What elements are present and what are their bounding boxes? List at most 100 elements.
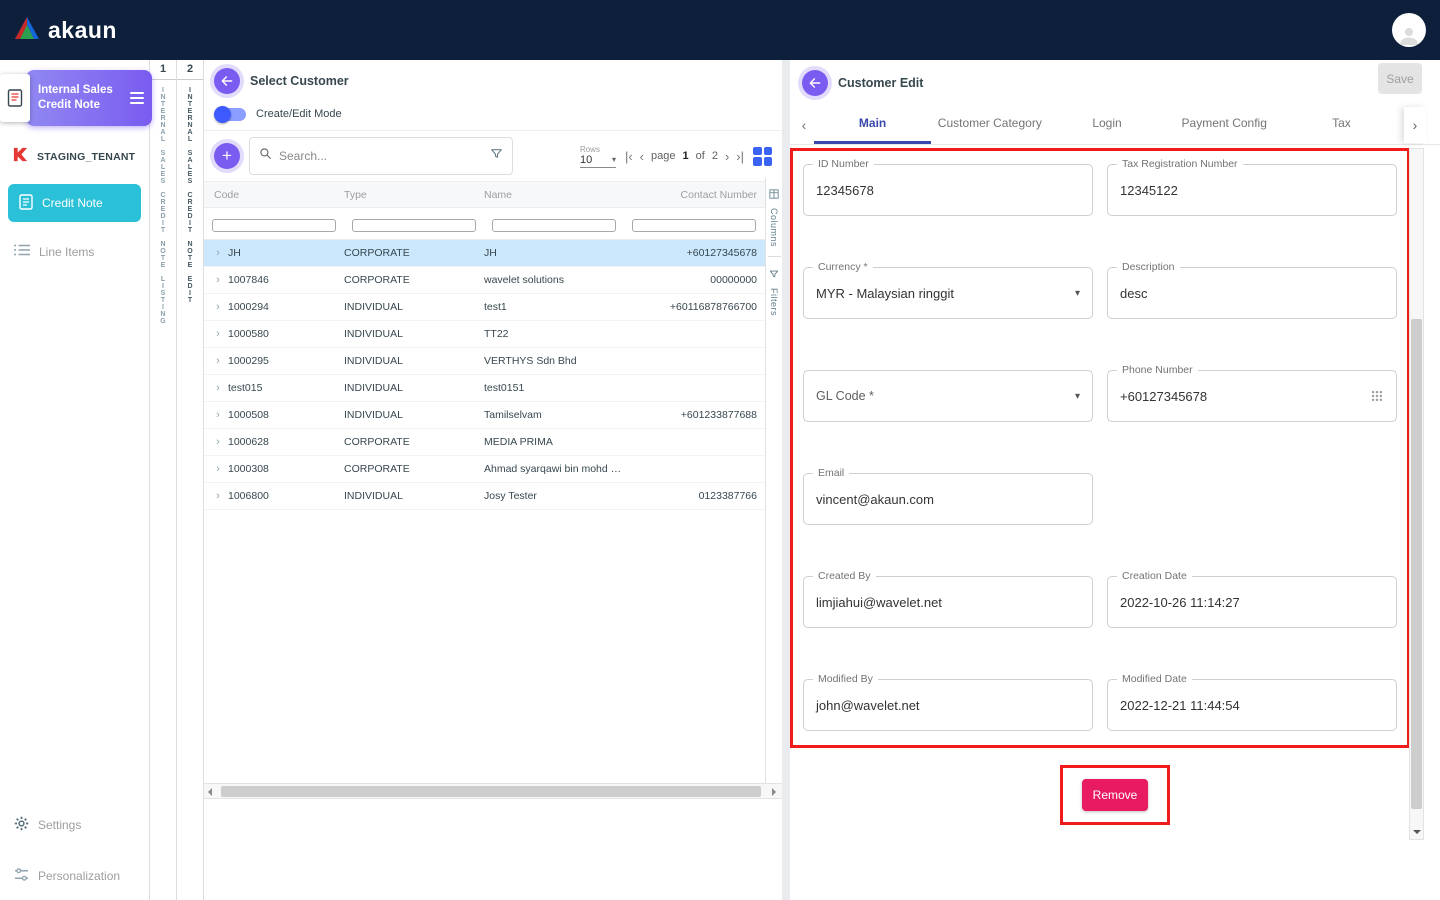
menu-icon[interactable] — [130, 92, 144, 104]
id-number-field[interactable]: ID Number 12345678 — [803, 164, 1093, 216]
first-page-button[interactable]: |‹ — [625, 150, 633, 163]
row-code: 1000295 — [228, 355, 269, 367]
email-field[interactable]: Email vincent@akaun.com — [803, 473, 1093, 525]
row-name: Josy Tester — [484, 490, 624, 502]
create-edit-toggle[interactable] — [216, 108, 246, 121]
applet-tab-edit[interactable]: 2 INTERNAL SALES CREDIT NOTE EDIT — [177, 60, 204, 900]
remove-button[interactable]: Remove — [1082, 779, 1148, 811]
created-by-field[interactable]: Created By limjiahui@wavelet.net — [803, 576, 1093, 628]
sidebar-item-label: Personalization — [38, 869, 120, 883]
phone-number-field[interactable]: Phone Number +60127345678 — [1107, 370, 1397, 422]
table-row[interactable]: › 1006800 INDIVIDUAL Josy Tester 0123387… — [204, 483, 765, 510]
divider — [768, 256, 781, 257]
table-row[interactable]: › 1000628 CORPORATE MEDIA PRIMA — [204, 429, 765, 456]
brand-name: akaun — [48, 17, 117, 44]
edit-tab[interactable]: Login — [1048, 105, 1165, 144]
app-title: Internal Sales Credit Note — [38, 83, 130, 113]
filter-input-contact[interactable] — [632, 219, 756, 232]
dialpad-icon — [1370, 389, 1384, 403]
creation-date-field[interactable]: Creation Date 2022-10-26 11:14:27 — [1107, 576, 1397, 628]
prev-page-button[interactable]: ‹ — [640, 150, 644, 163]
table-row[interactable]: › 1000580 INDIVIDUAL TT22 — [204, 321, 765, 348]
table-row[interactable]: › JH CORPORATE JH +60127345678 — [204, 240, 765, 267]
app-title-banner[interactable]: Internal Sales Credit Note — [26, 70, 152, 126]
gl-code-select[interactable]: GL Code * ▾ — [803, 370, 1093, 422]
applet-tab-listing[interactable]: 1 INTERNAL SALES CREDIT NOTE LISTING — [150, 60, 177, 900]
back-button[interactable] — [802, 70, 828, 96]
rows-per-page-select[interactable]: Rows 10 ▾ — [580, 145, 616, 168]
edit-tab[interactable]: Customer Category — [931, 105, 1048, 144]
currency-select[interactable]: Currency * MYR - Malaysian ringgit ▾ — [803, 267, 1093, 319]
table-row[interactable]: › 1000295 INDIVIDUAL VERTHYS Sdn Bhd — [204, 348, 765, 375]
column-header-type: Type — [344, 189, 484, 201]
applet-tab-label: INTERNAL SALES CREDIT NOTE LISTING — [160, 87, 167, 325]
columns-tab[interactable]: Columns — [769, 186, 779, 247]
table-row[interactable]: › 1000294 INDIVIDUAL test1 +601168787667… — [204, 294, 765, 321]
edit-tab[interactable]: Tax — [1283, 105, 1400, 144]
avatar[interactable] — [1392, 13, 1426, 47]
edit-panel-header: Customer Edit — [790, 60, 1440, 105]
scroll-right-icon[interactable] — [772, 788, 776, 796]
row-contact: +601233877688 — [624, 409, 765, 421]
tabs-scroll-left-icon[interactable]: ‹ — [794, 105, 814, 144]
row-name: TT22 — [484, 328, 624, 340]
edit-tab[interactable]: Payment Config — [1166, 105, 1283, 144]
chevron-right-icon[interactable]: › — [210, 274, 226, 286]
tax-registration-field[interactable]: Tax Registration Number 12345122 — [1107, 164, 1397, 216]
description-field[interactable]: Description desc — [1107, 267, 1397, 319]
chevron-right-icon[interactable]: › — [210, 463, 226, 475]
horizontal-scrollbar — [204, 783, 782, 799]
search-input[interactable] — [279, 149, 483, 163]
filters-tab[interactable]: Filters — [769, 266, 779, 316]
panel-title: Select Customer — [250, 74, 349, 88]
filter-input-type[interactable] — [352, 219, 476, 232]
modified-date-field[interactable]: Modified Date 2022-12-21 11:44:54 — [1107, 679, 1397, 731]
chevron-right-icon[interactable]: › — [210, 247, 226, 259]
table-row[interactable]: › 1000308 CORPORATE Ahmad syarqawi bin m… — [204, 456, 765, 483]
filter-input-code[interactable] — [212, 219, 336, 232]
row-code: 1006800 — [228, 490, 269, 502]
field-value: 2022-10-26 11:14:27 — [1120, 595, 1240, 610]
next-page-button[interactable]: › — [725, 150, 729, 163]
row-name: JH — [484, 247, 624, 259]
scrollbar-thumb[interactable] — [221, 786, 761, 797]
field-label: Created By — [813, 570, 876, 582]
chevron-right-icon[interactable]: › — [210, 490, 226, 502]
filter-icon[interactable] — [490, 147, 503, 165]
edit-tab[interactable]: Main — [814, 105, 931, 144]
field-label: ID Number — [813, 158, 874, 170]
row-contact: +60127345678 — [624, 247, 765, 259]
modified-by-field[interactable]: Modified By john@wavelet.net — [803, 679, 1093, 731]
search-box[interactable] — [249, 137, 513, 175]
applet-tab-number: 1 — [150, 63, 176, 80]
pagination: |‹ ‹ page 1 of 2 › ›| — [625, 150, 744, 163]
last-page-button[interactable]: ›| — [736, 150, 744, 163]
chevron-right-icon[interactable]: › — [210, 328, 226, 340]
filter-input-name[interactable] — [492, 219, 616, 232]
page-current: 1 — [683, 150, 689, 162]
sidebar-item-settings[interactable]: Settings — [0, 816, 149, 834]
chevron-right-icon[interactable]: › — [210, 301, 226, 313]
sidebar-item-credit-note[interactable]: Credit Note — [8, 184, 141, 222]
scroll-left-icon[interactable] — [208, 788, 212, 796]
save-button[interactable]: Save — [1378, 63, 1422, 94]
applet-tab-label: INTERNAL SALES CREDIT NOTE EDIT — [187, 87, 194, 304]
scrollbar-thumb[interactable] — [1411, 319, 1422, 809]
chevron-right-icon[interactable]: › — [210, 382, 226, 394]
table-row[interactable]: › 1007846 CORPORATE wavelet solutions 00… — [204, 267, 765, 294]
tabs-scroll-right-icon[interactable]: › — [1404, 107, 1426, 143]
sidebar-item-personalization[interactable]: Personalization — [0, 868, 149, 884]
sidebar-item-line-items[interactable]: Line Items — [0, 244, 149, 259]
row-type: INDIVIDUAL — [344, 355, 484, 367]
scroll-down-icon[interactable] — [1413, 830, 1421, 834]
add-button[interactable]: + — [214, 143, 240, 169]
chevron-right-icon[interactable]: › — [210, 409, 226, 421]
back-button[interactable] — [214, 68, 240, 94]
table-row[interactable]: › 1000508 INDIVIDUAL Tamilselvam +601233… — [204, 402, 765, 429]
tenant-selector[interactable]: STAGING_TENANT — [0, 146, 149, 168]
grid-view-icon[interactable] — [753, 147, 772, 166]
chevron-right-icon[interactable]: › — [210, 355, 226, 367]
table-row[interactable]: › test015 INDIVIDUAL test0151 — [204, 375, 765, 402]
chevron-right-icon[interactable]: › — [210, 436, 226, 448]
chevron-down-icon: ▾ — [1075, 288, 1080, 299]
